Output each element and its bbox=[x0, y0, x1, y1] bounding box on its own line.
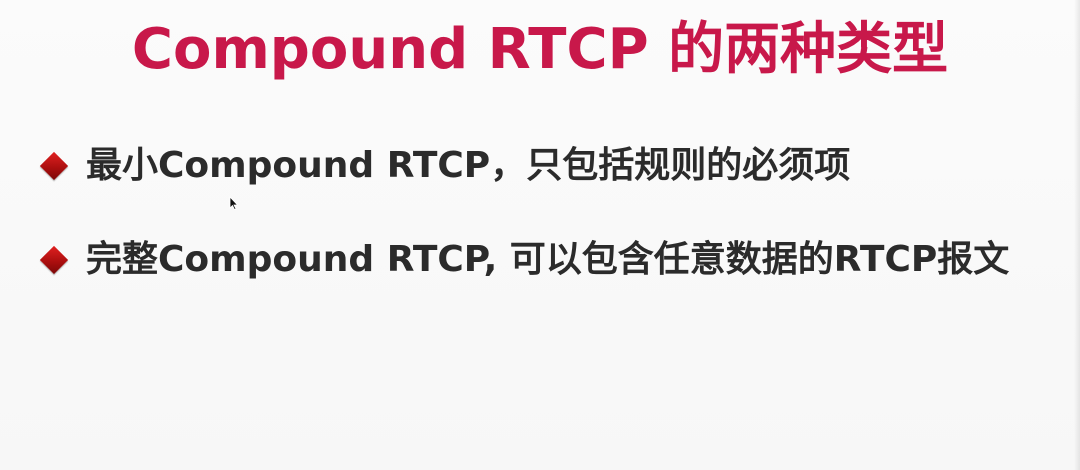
diamond-bullet-icon bbox=[39, 151, 69, 181]
slide-edge-shadow bbox=[1074, 0, 1080, 470]
slide-title: Compound RTCP 的两种类型 bbox=[131, 17, 949, 82]
mouse-pointer-icon bbox=[229, 196, 239, 210]
bullet-text: 最小Compound RTCP，只包括规则的必须项 bbox=[86, 145, 851, 186]
diamond-bullet-icon bbox=[39, 245, 69, 275]
bullet-item: 完整Compound RTCP, 可以包含任意数据的RTCP报文 bbox=[39, 236, 1010, 284]
bullet-text: 完整Compound RTCP, 可以包含任意数据的RTCP报文 bbox=[86, 239, 1010, 280]
slide: Compound RTCP 的两种类型 最小Compound RTCP，只包括规… bbox=[0, 0, 1080, 470]
bullet-item: 最小Compound RTCP，只包括规则的必须项 bbox=[39, 142, 851, 190]
